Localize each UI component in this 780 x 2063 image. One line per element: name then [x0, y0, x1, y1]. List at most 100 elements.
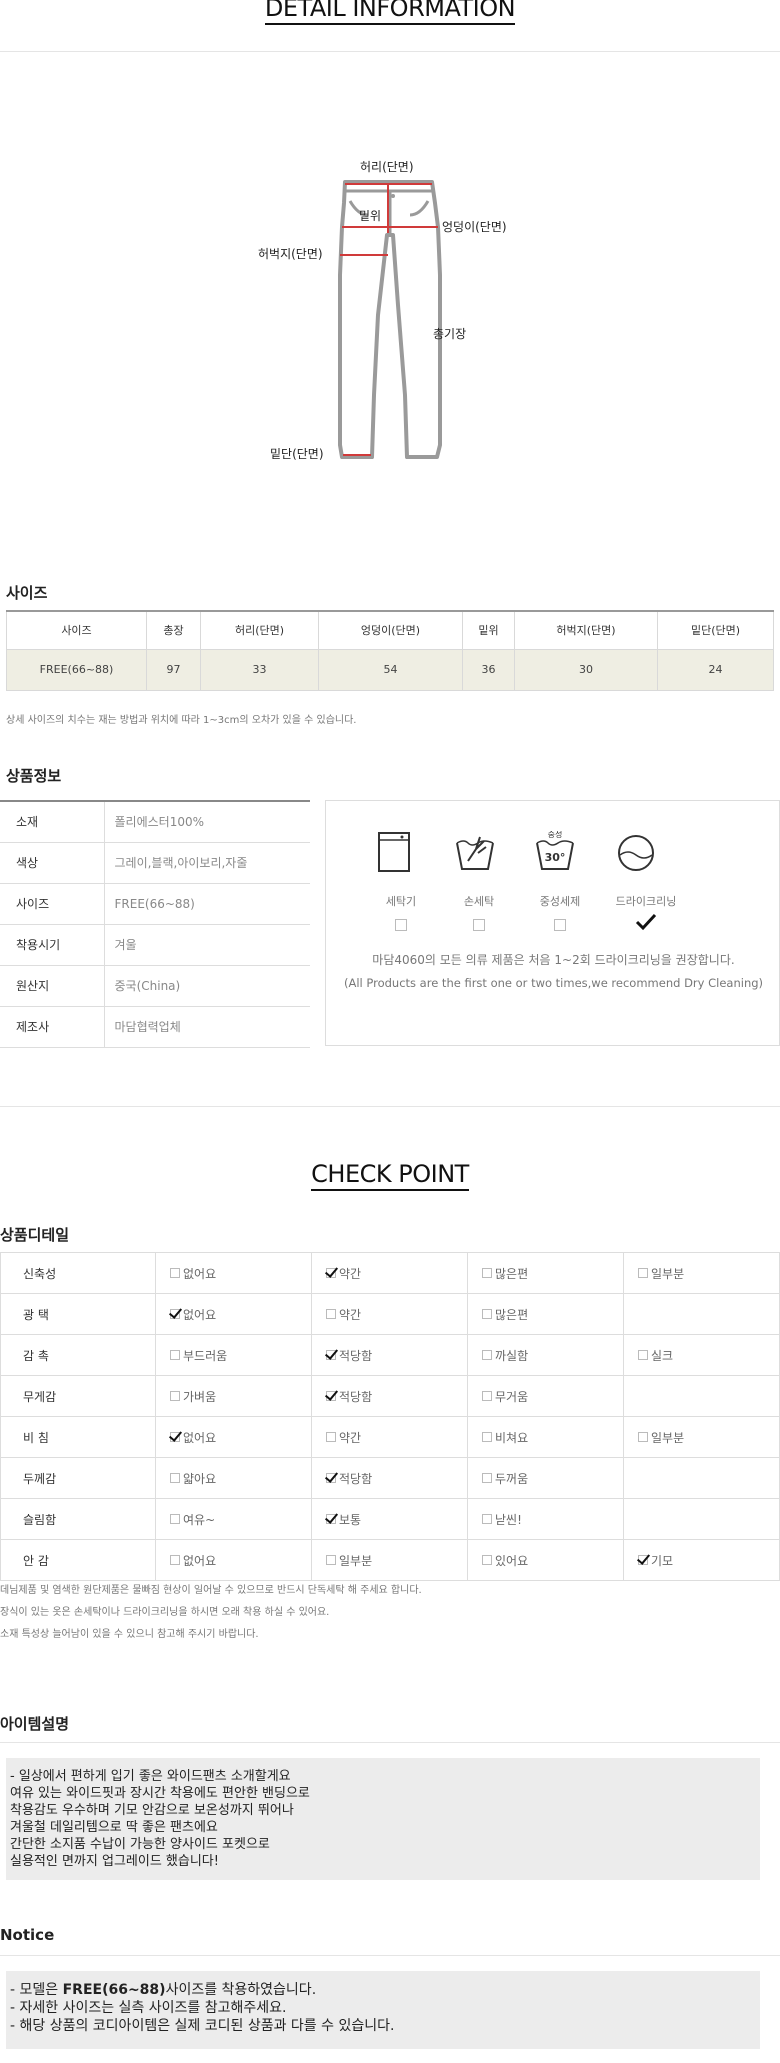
check-row: 두께감 얇아요 적당함 두꺼움 — [0, 1457, 780, 1499]
check-option-selected[interactable]: 적당함 — [326, 1388, 372, 1405]
check-option[interactable]: 없어요 — [170, 1265, 216, 1282]
check-option-selected[interactable]: 없어요 — [170, 1306, 216, 1323]
check-option[interactable]: 낟씬! — [482, 1511, 522, 1528]
checkmark-icon[interactable] — [326, 1473, 336, 1483]
check-option-cell[interactable]: 없어요 — [155, 1293, 312, 1335]
checkbox-icon[interactable] — [170, 1473, 180, 1483]
checkbox-icon[interactable] — [482, 1391, 492, 1401]
care-checkbox[interactable] — [520, 919, 600, 934]
checkbox-icon[interactable] — [638, 1432, 648, 1442]
check-option-cell[interactable]: 일부분 — [623, 1416, 780, 1458]
check-option-cell[interactable]: 적당함 — [311, 1457, 468, 1499]
check-option-cell[interactable]: 적당함 — [311, 1334, 468, 1376]
care-checkbox[interactable] — [439, 919, 519, 934]
check-option-selected[interactable]: 기모 — [638, 1552, 673, 1569]
check-option[interactable]: 무거움 — [482, 1388, 528, 1405]
check-option-cell[interactable]: 약간 — [311, 1252, 468, 1294]
care-checkbox[interactable] — [361, 919, 441, 934]
checkbox-icon[interactable] — [638, 1268, 648, 1278]
check-option[interactable]: 약간 — [326, 1429, 361, 1446]
checkbox-icon[interactable] — [482, 1350, 492, 1360]
check-option[interactable]: 가벼움 — [170, 1388, 216, 1405]
check-option-cell[interactable]: 여유~ — [155, 1498, 312, 1540]
check-option[interactable]: 얇아요 — [170, 1470, 216, 1487]
check-option-cell[interactable]: 없어요 — [155, 1252, 312, 1294]
checkbox-icon[interactable] — [482, 1555, 492, 1565]
check-option[interactable]: 까실함 — [482, 1347, 528, 1364]
checkbox-icon[interactable] — [326, 1309, 336, 1319]
check-option-cell[interactable]: 낟씬! — [467, 1498, 624, 1540]
check-option[interactable]: 많은편 — [482, 1306, 528, 1323]
checkbox-icon[interactable] — [170, 1268, 180, 1278]
checkbox-icon[interactable] — [482, 1309, 492, 1319]
check-option-label: 없어요 — [183, 1553, 217, 1568]
check-option[interactable]: 일부분 — [326, 1552, 372, 1569]
check-option-label: 까실함 — [495, 1348, 529, 1363]
checkbox-icon[interactable] — [326, 1555, 336, 1565]
check-option[interactable]: 약간 — [326, 1306, 361, 1323]
checkbox-icon[interactable] — [482, 1514, 492, 1524]
check-option-label: 없어요 — [183, 1307, 217, 1322]
divider — [0, 1955, 780, 1956]
check-option-cell[interactable]: 부드러움 — [155, 1334, 312, 1376]
checkmark-icon[interactable] — [638, 1555, 648, 1565]
check-option-cell[interactable]: 실크 — [623, 1334, 780, 1376]
check-option-selected[interactable]: 없어요 — [170, 1429, 216, 1446]
checkbox-icon[interactable] — [482, 1268, 492, 1278]
thigh-cell: 30 — [514, 648, 658, 691]
check-option-cell[interactable]: 까실함 — [467, 1334, 624, 1376]
check-option[interactable]: 부드러움 — [170, 1347, 227, 1364]
check-option-selected[interactable]: 적당함 — [326, 1470, 372, 1487]
check-option[interactable]: 비쳐요 — [482, 1429, 528, 1446]
care-checkbox-checked[interactable] — [606, 913, 686, 934]
checkmark-icon[interactable] — [326, 1350, 336, 1360]
check-option-cell[interactable]: 약간 — [311, 1293, 468, 1335]
checkbox-icon[interactable] — [482, 1473, 492, 1483]
check-option[interactable]: 두꺼움 — [482, 1470, 528, 1487]
checkmark-icon[interactable] — [326, 1391, 336, 1401]
checkmark-icon[interactable] — [170, 1432, 180, 1442]
check-option-cell[interactable]: 없어요 — [155, 1416, 312, 1458]
check-option-cell[interactable]: 있어요 — [467, 1539, 624, 1581]
checkbox-icon[interactable] — [170, 1514, 180, 1524]
check-option-cell[interactable]: 일부분 — [311, 1539, 468, 1581]
check-option[interactable]: 여유~ — [170, 1511, 215, 1528]
check-option[interactable]: 실크 — [638, 1347, 673, 1364]
check-option[interactable]: 일부분 — [638, 1429, 684, 1446]
check-option[interactable]: 많은편 — [482, 1265, 528, 1282]
check-option-cell[interactable]: 무거움 — [467, 1375, 624, 1417]
hip-label: 엉덩이(단면) — [442, 220, 507, 234]
check-option-cell[interactable]: 얇아요 — [155, 1457, 312, 1499]
check-option-label: 가벼움 — [183, 1389, 217, 1404]
checkbox-icon[interactable] — [326, 1432, 336, 1442]
check-option-cell[interactable]: 약간 — [311, 1416, 468, 1458]
check-option-cell — [623, 1293, 780, 1335]
check-option-cell[interactable]: 기모 — [623, 1539, 780, 1581]
check-option[interactable]: 없어요 — [170, 1552, 216, 1569]
checkbox-icon[interactable] — [170, 1391, 180, 1401]
check-option[interactable]: 일부분 — [638, 1265, 684, 1282]
total-length-col-header: 총장 — [146, 610, 201, 650]
check-option-selected[interactable]: 보통 — [326, 1511, 361, 1528]
checkmark-icon[interactable] — [326, 1514, 336, 1524]
check-option-cell[interactable]: 없어요 — [155, 1539, 312, 1581]
check-option-label: 실크 — [651, 1348, 674, 1363]
checkbox-icon[interactable] — [638, 1350, 648, 1360]
check-option-cell[interactable]: 일부분 — [623, 1252, 780, 1294]
check-option-cell[interactable]: 많은편 — [467, 1293, 624, 1335]
check-option-selected[interactable]: 적당함 — [326, 1347, 372, 1364]
check-option-cell[interactable]: 가벼움 — [155, 1375, 312, 1417]
check-option[interactable]: 있어요 — [482, 1552, 528, 1569]
check-option-selected[interactable]: 약간 — [326, 1265, 361, 1282]
check-option-cell[interactable]: 비쳐요 — [467, 1416, 624, 1458]
checkbox-icon[interactable] — [482, 1432, 492, 1442]
check-option-cell[interactable]: 두꺼움 — [467, 1457, 624, 1499]
check-option-cell[interactable]: 보통 — [311, 1498, 468, 1540]
check-row-label: 광 택 — [0, 1293, 156, 1335]
checkbox-icon[interactable] — [170, 1555, 180, 1565]
checkbox-icon[interactable] — [170, 1350, 180, 1360]
checkmark-icon[interactable] — [170, 1309, 180, 1319]
check-option-cell[interactable]: 많은편 — [467, 1252, 624, 1294]
check-option-cell[interactable]: 적당함 — [311, 1375, 468, 1417]
checkmark-icon[interactable] — [326, 1268, 336, 1278]
